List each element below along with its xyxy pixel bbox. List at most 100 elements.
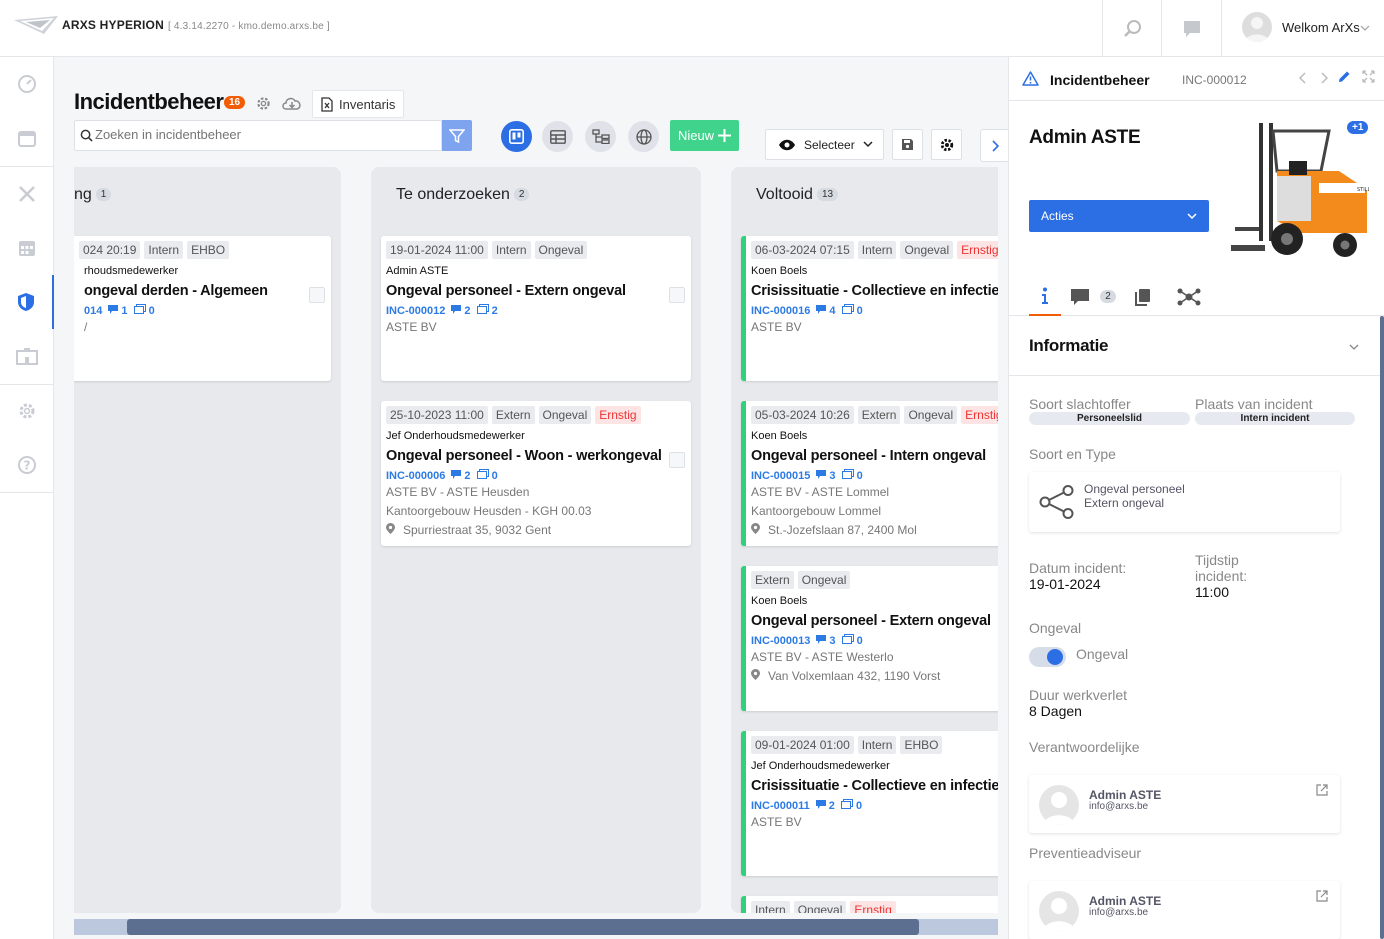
chevron-down-icon (863, 141, 873, 148)
filter-button[interactable] (442, 120, 472, 151)
comment-icon (451, 469, 462, 479)
cloud-download-icon[interactable] (281, 95, 303, 112)
card-id: INC-000012 (386, 304, 446, 317)
image-count-value: 0 (856, 635, 863, 647)
tag: 19-01-2024 11:00 (386, 241, 488, 259)
ernstig-tag: Ernstig (961, 406, 998, 424)
incident-card[interactable]: 19-01-2024 11:00 Intern Ongeval Admin AS… (381, 236, 691, 381)
column-count-badge: 2 (513, 188, 530, 201)
new-button[interactable]: Nieuw (670, 120, 739, 151)
maximize-icon[interactable] (1362, 70, 1375, 83)
ongeval-toggle[interactable] (1029, 647, 1066, 667)
sidebar-item-settings[interactable] (0, 384, 54, 438)
tab-relations[interactable] (1173, 277, 1205, 316)
scrollbar-thumb[interactable] (127, 919, 919, 935)
comment-icon (108, 304, 119, 314)
kanban-view-button[interactable] (501, 121, 532, 152)
external-link-icon[interactable] (1316, 890, 1328, 902)
next-icon[interactable] (1320, 72, 1328, 84)
card-checkbox[interactable] (309, 287, 325, 303)
comment-count-value: 4 (829, 304, 836, 317)
comments-count-badge: 2 (1100, 290, 1116, 303)
sidebar-item-calendar[interactable] (0, 111, 54, 165)
sidebar-item-tools[interactable] (0, 167, 54, 221)
comment-count-value: 2 (828, 799, 835, 812)
verantwoordelijke-label: Verantwoordelijke (1029, 739, 1140, 755)
app-version: [ 4.3.14.2270 - kmo.demo.arxs.be ] (167, 21, 330, 32)
informatie-section-header[interactable]: Informatie (1009, 316, 1384, 376)
forklift-image[interactable]: STILL (1229, 121, 1369, 263)
comment-count: 4 (816, 304, 836, 317)
card-checkbox[interactable] (669, 287, 685, 303)
acties-dropdown[interactable]: Acties (1029, 200, 1209, 232)
filter-icon (449, 128, 465, 143)
card-checkbox[interactable] (669, 452, 685, 468)
card-building: Kantoorgebouw Lommel (751, 504, 882, 518)
external-link-icon[interactable] (1316, 784, 1328, 796)
incident-card[interactable]: 05-03-2024 10:26 Extern Ongeval Ernstig … (741, 401, 998, 546)
arxs-logo (14, 16, 58, 34)
user-menu[interactable]: Welkom ArXs (1221, 0, 1384, 57)
previous-icon[interactable] (1299, 72, 1307, 84)
incident-card[interactable]: 25-10-2023 11:00 Extern Ongeval Ernstig … (381, 401, 691, 546)
panel-incident-id: INC-000012 (1182, 73, 1247, 87)
card-user: Koen Boels (751, 595, 808, 607)
vertical-scrollbar[interactable] (1380, 316, 1384, 939)
calendar-icon (18, 131, 36, 147)
column-title-text: Te onderzoeken (396, 186, 510, 203)
sidebar-item-safety[interactable] (0, 275, 54, 329)
expand-panel-button[interactable] (980, 129, 1008, 162)
main-area: Incidentbeheer 16 Inventaris Nieuw Selec… (54, 57, 1008, 939)
card-id: INC-000013 (751, 634, 811, 647)
search-input[interactable] (95, 127, 435, 142)
verantwoordelijke-card[interactable]: Admin ASTE info@arxs.be (1029, 775, 1340, 833)
incident-card[interactable]: 024 20:19 Intern EHBO rhoudsmedewerker o… (74, 236, 331, 381)
datum-label: Datum incident: (1029, 560, 1127, 576)
user-greeting: Welkom ArXs (1282, 20, 1360, 35)
card-id: INC-000016 (751, 304, 811, 317)
tab-documents[interactable] (1127, 277, 1159, 316)
card-user: Jef Onderhoudsmedewerker (386, 430, 525, 442)
duur-label: Duur werkverlet (1029, 687, 1128, 703)
sidebar-item-building[interactable] (0, 329, 54, 383)
tab-info[interactable] (1029, 277, 1061, 316)
tag: Intern (751, 901, 790, 913)
save-button[interactable] (892, 129, 923, 160)
chevron-down-icon (1360, 25, 1370, 31)
tag: EHBO (187, 241, 230, 259)
tab-comments[interactable]: 2 (1069, 277, 1117, 316)
images-icon (476, 469, 489, 479)
incident-card[interactable]: 06-03-2024 07:15 Intern Ongeval Ernstig … (741, 236, 998, 381)
card-meta: INC-000012 2 2 (386, 304, 498, 317)
sidebar-item-dashboard[interactable] (0, 57, 54, 111)
settings-icon[interactable] (255, 95, 272, 112)
soort-value: Ongeval personeel (1084, 482, 1185, 496)
card-tags: 024 20:19 Intern EHBO (79, 241, 230, 259)
sidebar-item-planning[interactable] (0, 221, 54, 275)
incident-card[interactable]: 09-01-2024 01:00 Intern EHBO Jef Onderho… (741, 731, 998, 876)
global-search-button[interactable] (1102, 0, 1162, 57)
card-address: Van Volxemlaan 432, 1190 Vorst (751, 669, 940, 683)
incident-card[interactable]: Intern Ongeval Ernstig (741, 896, 998, 913)
page-title: Incidentbeheer (74, 89, 224, 114)
chat-icon (1183, 20, 1200, 37)
extra-images-badge[interactable]: +1 (1347, 121, 1369, 134)
table-view-button[interactable] (542, 121, 573, 152)
card-location: ASTE BV (751, 320, 802, 334)
type-value: Extern ongeval (1084, 496, 1165, 510)
incident-card[interactable]: Extern Ongeval Koen Boels Ongeval person… (741, 566, 998, 711)
map-view-button[interactable] (628, 121, 659, 152)
select-label: Selecteer (804, 137, 855, 152)
inventaris-button[interactable]: Inventaris (312, 90, 405, 118)
tag: Intern (857, 241, 897, 259)
select-dropdown[interactable]: Selecteer (765, 129, 884, 160)
tree-view-button[interactable] (585, 121, 616, 152)
card-tags: 09-01-2024 01:00 Intern EHBO (751, 736, 943, 754)
edit-icon[interactable] (1337, 70, 1351, 84)
search-icon (80, 129, 93, 142)
chat-button[interactable] (1161, 0, 1221, 57)
board-settings-button[interactable] (931, 129, 962, 160)
sidebar-item-help[interactable]: ? (0, 438, 54, 492)
horizontal-scrollbar[interactable] (74, 919, 998, 935)
preventie-card[interactable]: Admin ASTE info@arxs.be (1029, 881, 1340, 939)
